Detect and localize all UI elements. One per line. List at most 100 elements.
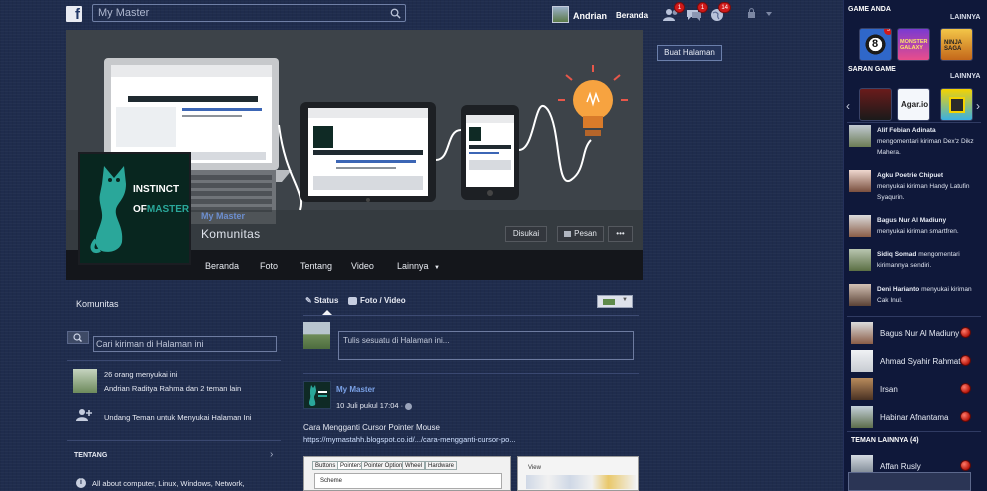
message-button[interactable]: Pesan bbox=[557, 226, 604, 242]
friend-requests-button[interactable]: 1 bbox=[663, 2, 685, 22]
ticker-avatar[interactable] bbox=[849, 215, 871, 237]
post-timestamp-text: 10 Juli pukul 17:04 · bbox=[336, 401, 404, 410]
ticker-name[interactable]: Alif Febian Adinata bbox=[877, 127, 936, 134]
global-search bbox=[92, 4, 406, 22]
chevron-right-icon[interactable]: › bbox=[270, 449, 273, 460]
chevron-left-icon[interactable]: ‹ bbox=[846, 99, 850, 113]
chevron-down-icon: ▼ bbox=[622, 297, 628, 303]
ticker-action: menyukai kiriman smartfren. bbox=[877, 228, 959, 235]
divider bbox=[67, 360, 281, 361]
tab-about[interactable]: Tentang bbox=[300, 261, 332, 271]
search-icon[interactable] bbox=[390, 8, 401, 19]
ticker-story-text: Bagus Nur Al Madiuny menyukai kiriman sma… bbox=[877, 215, 979, 237]
friend-requests-badge: 1 bbox=[674, 2, 685, 13]
page-profile-picture[interactable]: INSTINCT OFMASTER bbox=[78, 152, 191, 265]
post-text: Cara Mengganti Cursor Pointer Mouse bbox=[303, 423, 440, 432]
chat-avatar bbox=[851, 406, 873, 428]
chat-contact[interactable]: Irsan bbox=[851, 378, 981, 400]
chevron-down-icon bbox=[766, 12, 772, 16]
composer-avatar[interactable] bbox=[303, 322, 330, 349]
settings-menu[interactable] bbox=[746, 8, 774, 20]
ticker-story[interactable]: Sidiq Somad mengomentari kirimannya send… bbox=[849, 249, 979, 287]
ticker-name[interactable]: Agku Poetrie Chipuet bbox=[877, 172, 943, 179]
logo-text-2: OFMASTER bbox=[133, 204, 189, 215]
message-button-label: Pesan bbox=[574, 229, 597, 238]
chevron-right-icon[interactable]: › bbox=[976, 99, 980, 113]
status-icon bbox=[960, 411, 971, 422]
game-agar-io-icon[interactable]: Agar.io bbox=[897, 88, 930, 121]
messages-button[interactable]: 1 bbox=[686, 2, 708, 22]
suggested-games-heading: SARAN GAME bbox=[848, 66, 896, 73]
tab-more-label: Lainnya bbox=[397, 261, 429, 271]
tab-more[interactable]: Lainnya ▼ bbox=[397, 261, 440, 271]
ticker-name[interactable]: Deni Harianto bbox=[877, 286, 919, 293]
game-geometry-dash-icon[interactable] bbox=[940, 88, 973, 121]
post-link[interactable]: https://mymastahh.blogspot.co.id/.../car… bbox=[303, 435, 516, 444]
page-search-button[interactable] bbox=[67, 331, 89, 344]
more-options-button[interactable]: ••• bbox=[608, 226, 633, 242]
notifications-button[interactable]: 14 bbox=[709, 2, 731, 22]
post-author-name[interactable]: My Master bbox=[336, 385, 375, 394]
game-monster-galaxy-icon[interactable]: MONSTER GALAXY bbox=[897, 28, 930, 61]
ticker-name[interactable]: Sidiq Somad bbox=[877, 251, 916, 258]
other-friends-heading: TEMAN LAINNYA (4) bbox=[851, 437, 919, 444]
image-tab-label: Wheel bbox=[402, 461, 426, 470]
chat-contact[interactable]: Habinar Afnantama bbox=[851, 406, 981, 428]
games-more-link[interactable]: LAINNYA bbox=[950, 14, 980, 21]
about-heading[interactable]: TENTANG bbox=[74, 452, 107, 459]
game-ninja-saga-icon[interactable]: NINJA SAGA bbox=[940, 28, 973, 61]
user-avatar[interactable] bbox=[552, 6, 569, 23]
notifications-badge: 14 bbox=[718, 2, 731, 13]
chat-search-input[interactable] bbox=[848, 472, 971, 491]
chat-contact[interactable]: Bagus Nur Al Madiuny bbox=[851, 322, 981, 344]
liked-button[interactable]: Disukai bbox=[505, 226, 547, 242]
ticker-story[interactable]: Agku Poetrie Chipuet menyukai kiriman Han… bbox=[849, 170, 979, 208]
post-timestamp[interactable]: 10 Juli pukul 17:04 · bbox=[336, 401, 413, 410]
ticker-name[interactable]: Bagus Nur Al Madiuny bbox=[877, 217, 946, 224]
likes-friends-text[interactable]: Andrian Raditya Rahma dan 2 teman lain bbox=[104, 384, 241, 393]
ticker-story[interactable]: Bagus Nur Al Madiuny menyukai kiriman sma… bbox=[849, 215, 979, 253]
ticker-avatar[interactable] bbox=[849, 249, 871, 271]
tab-videos[interactable]: Video bbox=[351, 261, 374, 271]
message-icon bbox=[564, 230, 572, 237]
chat-contact-name: Habinar Afnantama bbox=[880, 413, 949, 422]
ticker-action: menyukai kiriman Handy Latufin Syaqurin. bbox=[877, 183, 970, 201]
tab-home[interactable]: Beranda bbox=[205, 261, 239, 271]
post-author-avatar[interactable] bbox=[303, 381, 331, 409]
page-category: Komunitas bbox=[201, 227, 261, 241]
ticker-story-text: Agku Poetrie Chipuet menyukai kiriman Han… bbox=[877, 170, 979, 203]
composer-tab-status[interactable]: ✎ Status bbox=[305, 296, 338, 305]
home-link[interactable]: Beranda bbox=[616, 11, 648, 20]
page-category-heading: Komunitas bbox=[76, 299, 119, 309]
audience-selector[interactable]: ▼ bbox=[597, 295, 633, 308]
game-hero-zero-icon[interactable] bbox=[859, 88, 892, 121]
ticker-action: mengomentari kiriman Dex'z Dikz Mahera. bbox=[877, 138, 974, 156]
chat-contact-name: Irsan bbox=[880, 385, 898, 394]
page-search-input[interactable] bbox=[93, 336, 277, 352]
ticker-avatar[interactable] bbox=[849, 125, 871, 147]
page-name[interactable]: My Master bbox=[201, 211, 245, 221]
global-search-input[interactable] bbox=[93, 5, 373, 21]
composer-tab-photo[interactable]: Foto / Video bbox=[348, 296, 406, 305]
game-8-ball-pool-icon[interactable]: 8 3 bbox=[859, 28, 892, 61]
chat-contact[interactable]: Ahmad Syahir Rahmat bbox=[851, 350, 981, 372]
create-page-button[interactable]: Buat Halaman bbox=[657, 45, 722, 61]
ticker-avatar[interactable] bbox=[849, 170, 871, 192]
suggested-games-more-link[interactable]: LAINNYA bbox=[950, 73, 980, 80]
status-icon bbox=[960, 355, 971, 366]
user-name-link[interactable]: Andrian bbox=[573, 11, 607, 21]
chat-contact-name: Affan Rusly bbox=[880, 462, 921, 471]
tab-photos[interactable]: Foto bbox=[260, 261, 278, 271]
invite-friends-link[interactable]: Undang Teman untuk Menyukai Halaman Ini bbox=[104, 413, 251, 422]
facebook-logo[interactable]: f bbox=[66, 6, 82, 22]
composer-input[interactable] bbox=[338, 331, 634, 360]
post-image[interactable]: View bbox=[517, 456, 639, 491]
photo-icon bbox=[603, 299, 615, 305]
ticker-avatar[interactable] bbox=[849, 284, 871, 306]
likes-count-text[interactable]: 26 orang menyukai ini bbox=[104, 370, 177, 379]
ticker-story[interactable]: Alif Febian Adinata mengomentari kiriman … bbox=[849, 125, 979, 163]
friend-avatar[interactable] bbox=[73, 369, 97, 393]
post-image[interactable]: Buttons Pointers Pointer Options Wheel H… bbox=[303, 456, 511, 491]
camera-icon bbox=[348, 296, 357, 305]
logo-text-1: INSTINCT bbox=[133, 184, 180, 195]
